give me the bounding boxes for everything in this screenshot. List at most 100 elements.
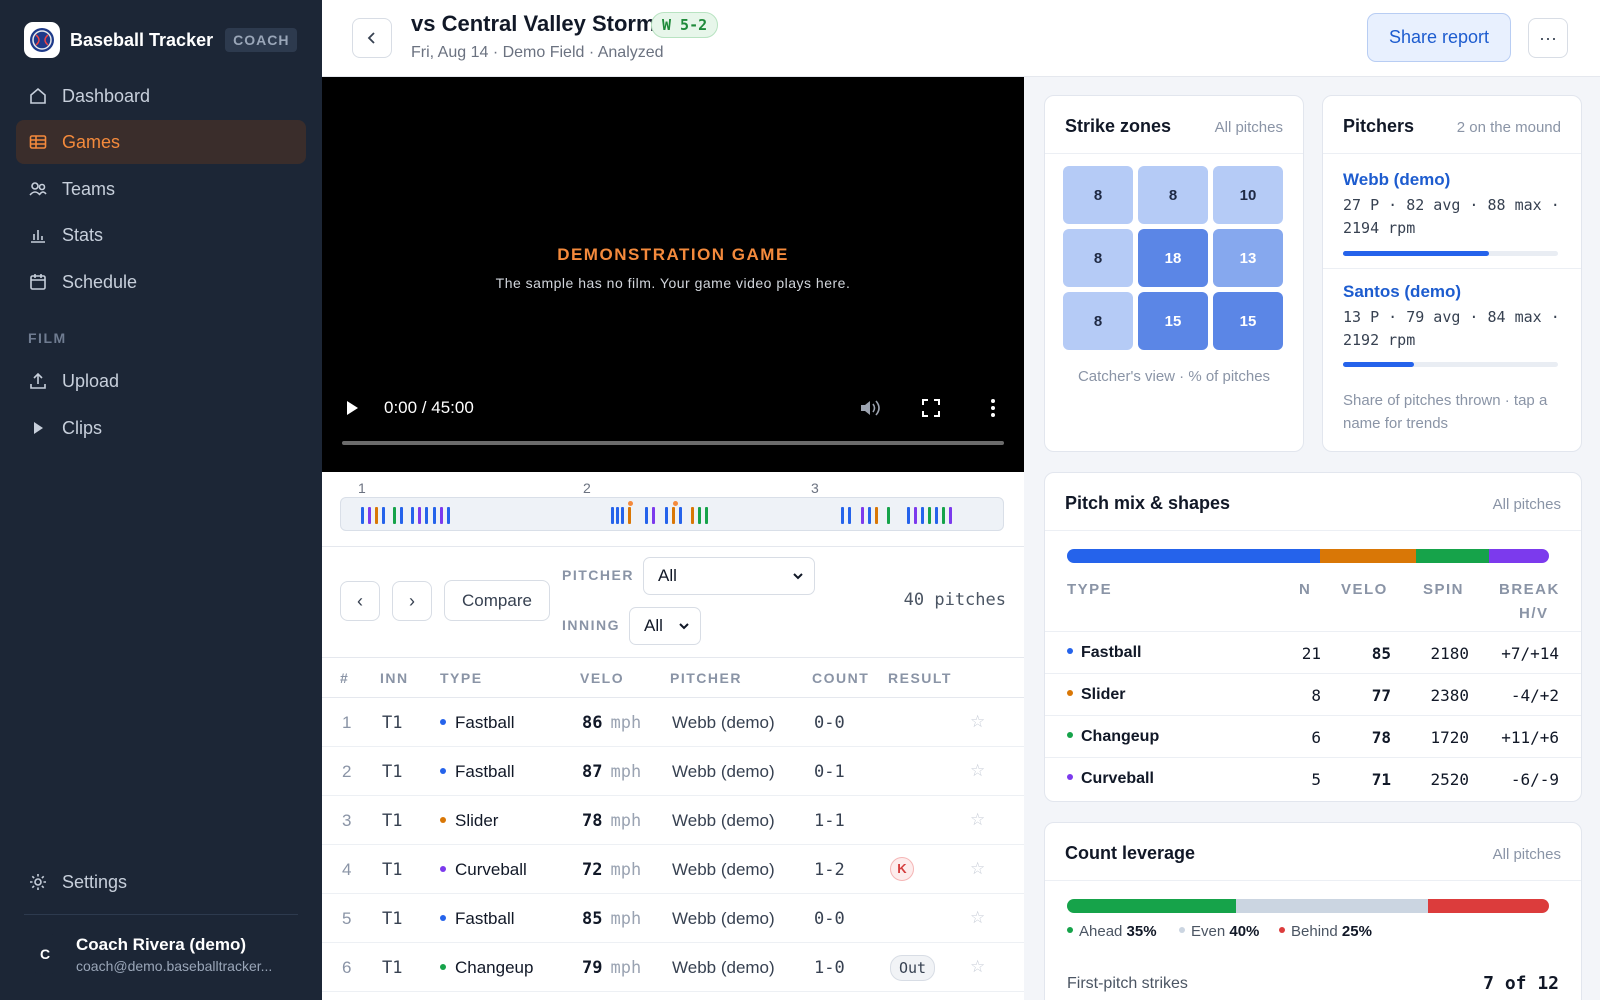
star-icon[interactable]: ☆ [970,712,985,732]
pitcher-name-link[interactable]: Webb (demo) [1343,170,1450,190]
timeline-track[interactable] [340,497,1004,531]
pitch-tick[interactable] [375,507,378,524]
video-menu-button[interactable] [982,397,1004,424]
table-row[interactable]: 1 T1 Fastball 86 mph Webb (demo) 0-0 ☆ [322,698,1024,747]
pitch-tick[interactable] [621,507,624,524]
pitch-tick[interactable] [628,507,631,524]
pitch-tick[interactable] [447,507,450,524]
pitcher-select[interactable]: All [643,557,815,595]
zone-cell[interactable]: 8 [1063,292,1133,350]
prev-pitch-button[interactable]: ‹ [340,581,380,621]
back-button[interactable] [352,18,392,58]
pitch-tick[interactable] [875,507,878,524]
result-badge: W 5-2 [651,12,719,38]
sidebar-item-label: Clips [62,417,103,438]
table-row[interactable]: 3 T1 Slider 78 mph Webb (demo) 1-1 ☆ [322,796,1024,845]
pitch-tick[interactable] [368,507,371,524]
pitch-tick[interactable] [400,507,403,524]
first-pitch-value: 7 of 12 [1483,973,1559,994]
inning-select[interactable]: All [629,607,701,645]
pitch-tick[interactable] [935,507,938,524]
sidebar-item-upload[interactable]: Upload [16,359,306,403]
sidebar-item-schedule[interactable]: Schedule [16,260,306,304]
pitch-tick[interactable] [382,507,385,524]
sidebar-item-dashboard[interactable]: Dashboard [16,74,306,118]
sidebar-item-clips[interactable]: Clips [16,406,306,450]
pitch-mix-row[interactable]: Slider 8 77 2380 -4/+2 [1045,673,1581,715]
star-icon[interactable]: ☆ [970,859,985,879]
pitch-tick[interactable] [652,507,655,524]
pitch-tick[interactable] [440,507,443,524]
pitch-tick[interactable] [645,507,648,524]
pitch-tick[interactable] [942,507,945,524]
demo-title: DEMONSTRATION GAME [557,245,789,264]
pitch-tick[interactable] [868,507,871,524]
brand[interactable]: Baseball Tracker COACH [24,22,298,58]
pitch-tick[interactable] [914,507,917,524]
pitcher-name-link[interactable]: Santos (demo) [1343,282,1461,302]
pitch-tick[interactable] [611,507,614,524]
star-icon[interactable]: ☆ [970,957,985,977]
pitch-tick[interactable] [616,507,619,524]
pitch-tick[interactable] [393,507,396,524]
mix-type: Slider [1067,686,1125,704]
video-progress-bar[interactable] [342,441,1004,445]
pitch-mix-row[interactable]: Fastball 21 85 2180 +7/+14 [1045,631,1581,673]
pitch-tick[interactable] [848,507,851,524]
video-player[interactable]: DEMONSTRATION GAME The sample has no fil… [322,77,1024,472]
star-icon[interactable]: ☆ [970,908,985,928]
col-num: # [340,670,350,686]
table-row[interactable]: 2 T1 Fastball 87 mph Webb (demo) 0-1 ☆ [322,747,1024,796]
compare-button[interactable]: Compare [444,580,550,621]
play-button[interactable] [342,397,362,419]
pitch-tick[interactable] [691,507,694,524]
pitch-tick[interactable] [698,507,701,524]
zone-cell[interactable]: 10 [1213,166,1283,224]
zone-cell[interactable]: 13 [1213,229,1283,287]
sidebar-item-games[interactable]: Games [16,120,306,164]
star-icon[interactable]: ☆ [970,810,985,830]
pitch-tick[interactable] [705,507,708,524]
baseball-logo-icon [24,22,60,58]
sidebar-item-stats[interactable]: Stats [16,213,306,257]
pitch-tick[interactable] [949,507,952,524]
pitch-tick[interactable] [679,507,682,524]
pitch-tick[interactable] [928,507,931,524]
pitch-tick[interactable] [672,507,675,524]
sidebar-item-settings[interactable]: Settings [16,860,306,904]
star-icon[interactable]: ☆ [970,761,985,781]
pitch-tick[interactable] [665,507,668,524]
share-report-button[interactable]: Share report [1367,13,1511,62]
pitch-tick[interactable] [921,507,924,524]
pitch-tick[interactable] [861,507,864,524]
zone-cell[interactable]: 15 [1138,292,1208,350]
pitch-tick[interactable] [411,507,414,524]
pitch-mix-row[interactable]: Changeup 6 78 1720 +11/+6 [1045,715,1581,757]
sidebar-item-teams[interactable]: Teams [16,167,306,211]
more-options-button[interactable]: ··· [1528,18,1568,58]
cell-num: 5 [342,909,352,928]
pitch-tick[interactable] [425,507,428,524]
user-profile[interactable]: C Coach Rivera (demo) coach@demo.basebal… [24,926,272,982]
pitch-tick[interactable] [907,507,910,524]
zone-cell[interactable]: 8 [1063,229,1133,287]
zone-cell[interactable]: 15 [1213,292,1283,350]
pitch-mix-row[interactable]: Curveball 5 71 2520 -6/-9 [1045,757,1581,799]
pitch-tick[interactable] [887,507,890,524]
pitch-tick[interactable] [433,507,436,524]
pitch-tick[interactable] [841,507,844,524]
zone-cell[interactable]: 8 [1138,166,1208,224]
zone-cell[interactable]: 8 [1063,166,1133,224]
pitcher-share-fill [1343,362,1414,367]
table-row[interactable]: 5 T1 Fastball 85 mph Webb (demo) 0-0 ☆ [322,894,1024,943]
pitch-tick[interactable] [361,507,364,524]
fullscreen-button[interactable] [920,397,942,424]
inning-label: 2 [583,480,591,496]
zone-cell[interactable]: 18 [1138,229,1208,287]
volume-button[interactable] [858,397,882,424]
table-row[interactable]: 4 T1 Curveball 72 mph Webb (demo) 1-2 K ☆ [322,845,1024,894]
table-row[interactable]: 6 T1 Changeup 79 mph Webb (demo) 1-0 Out … [322,943,1024,992]
next-pitch-button[interactable]: › [392,581,432,621]
pitch-tick[interactable] [418,507,421,524]
pitch-count: 40 pitches [903,590,1006,610]
